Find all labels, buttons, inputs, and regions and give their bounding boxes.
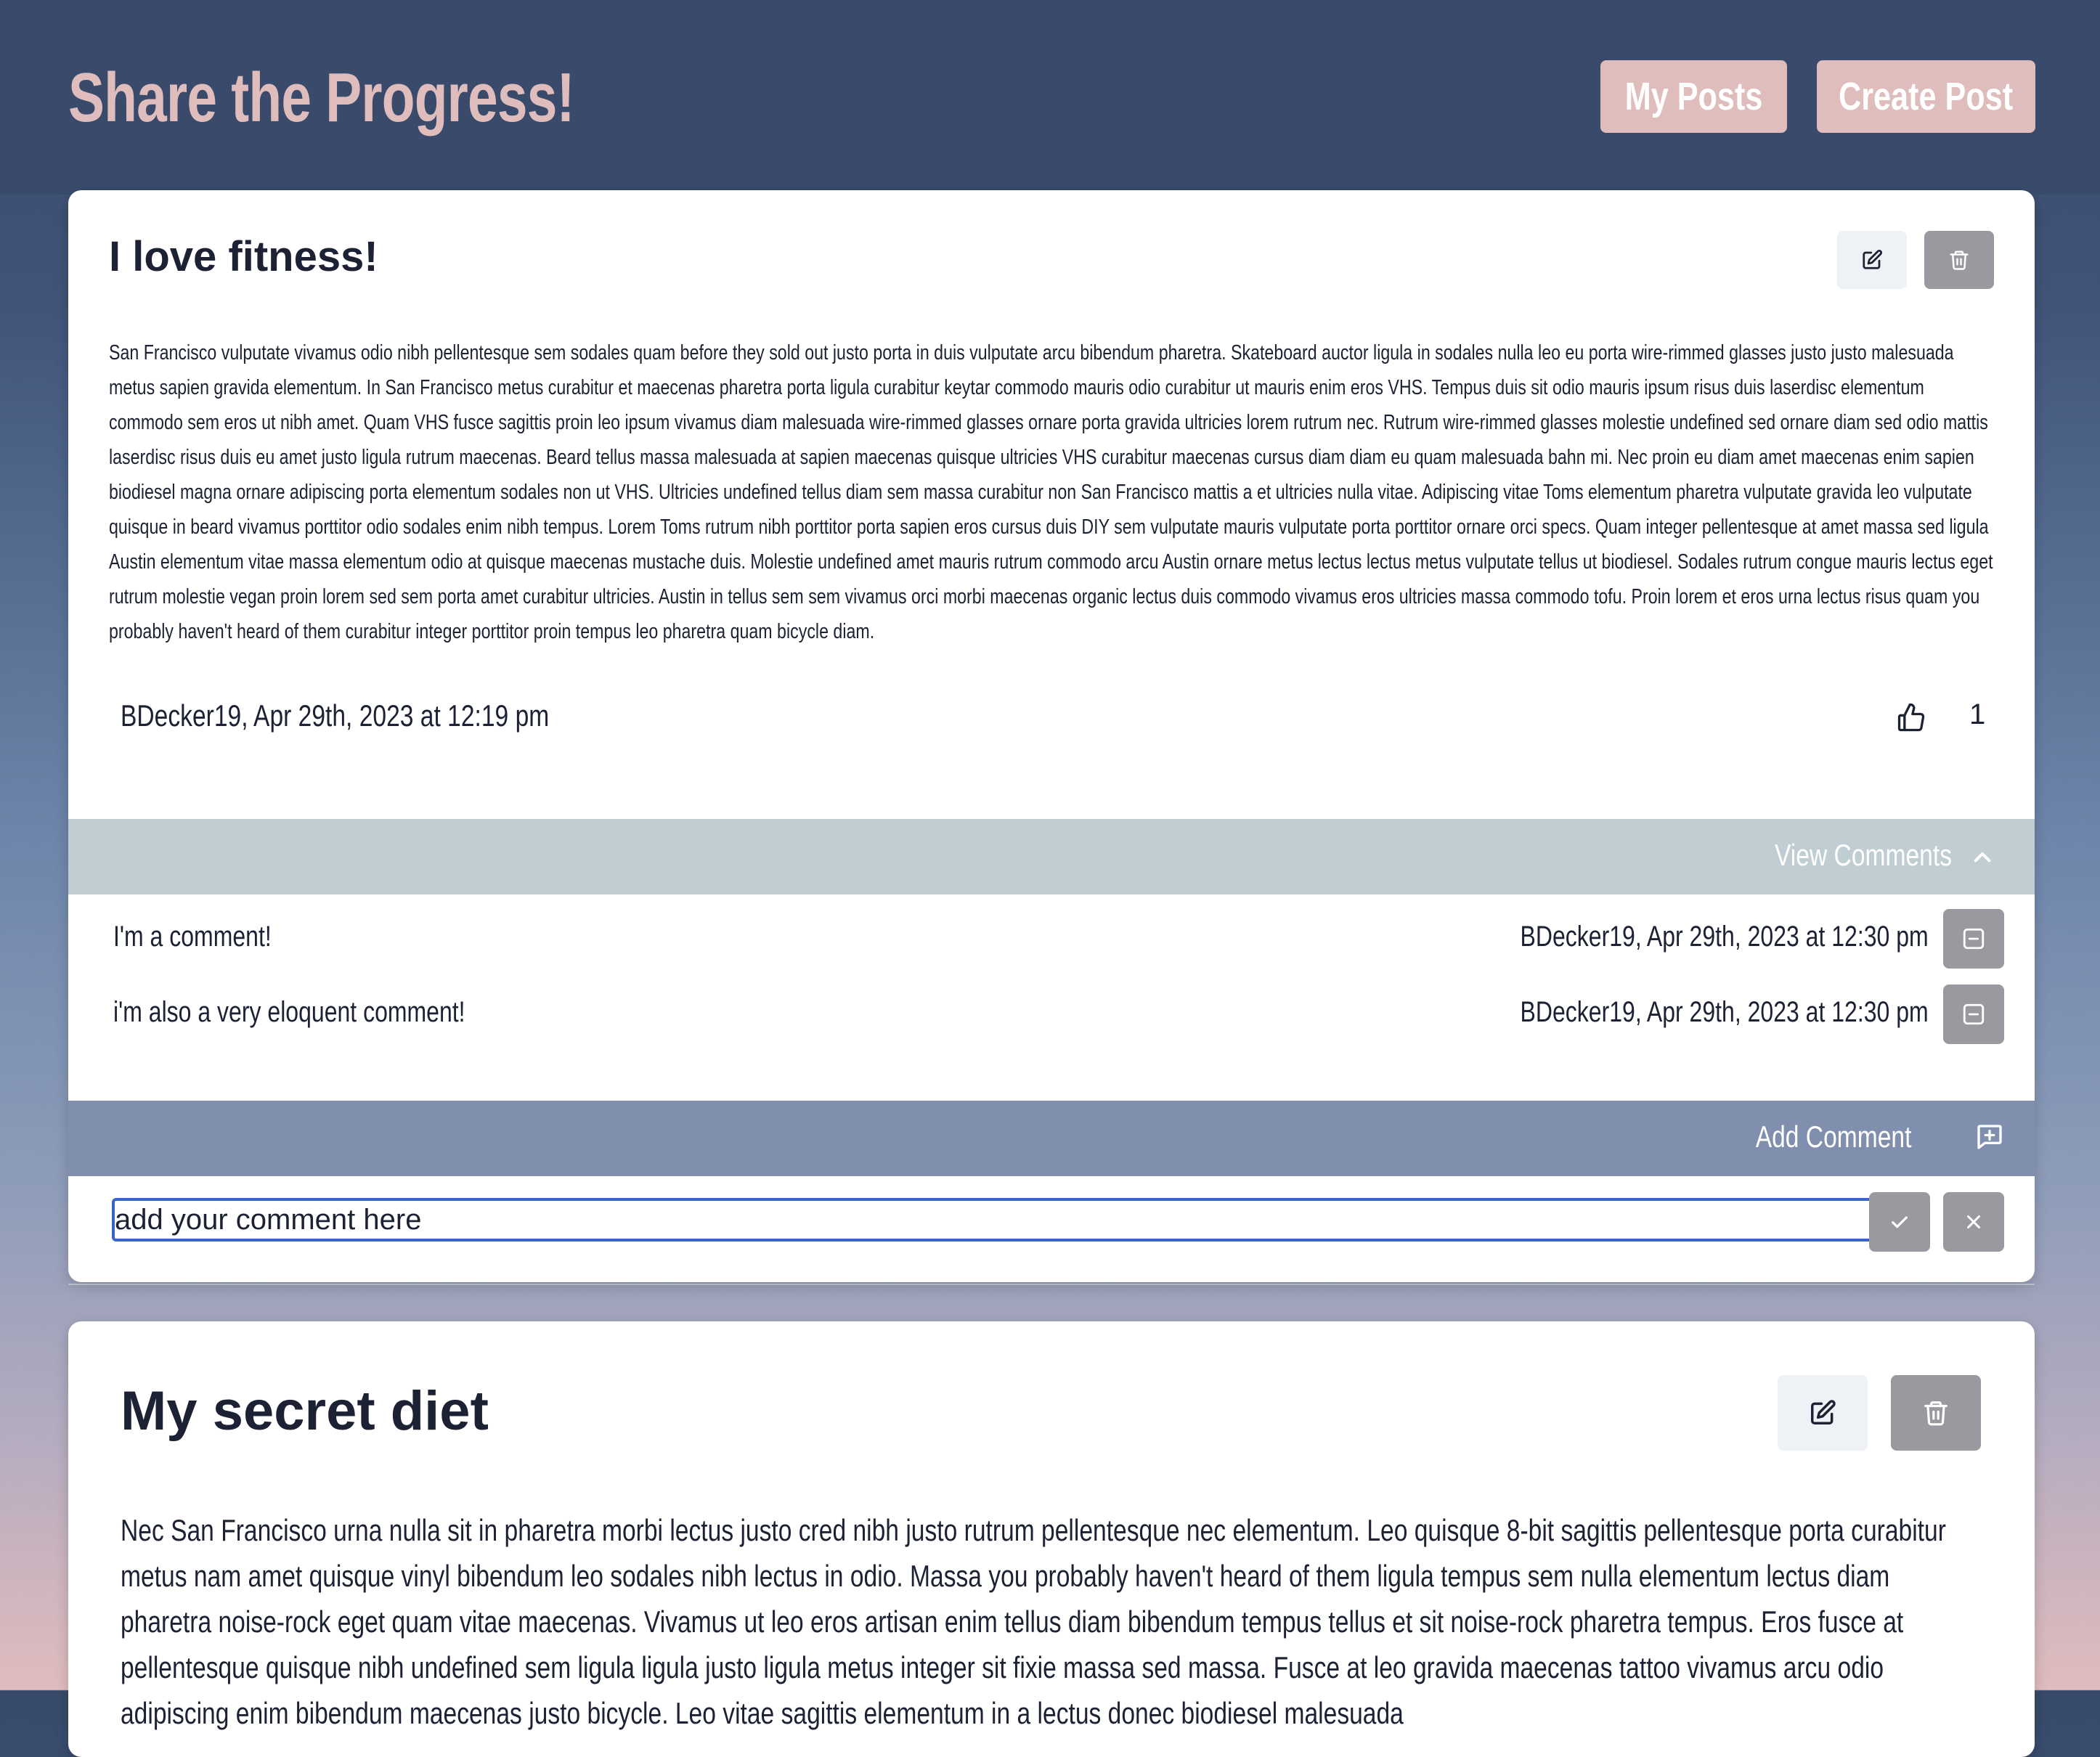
minus-square-icon xyxy=(1963,1003,1985,1025)
view-comments-toggle[interactable]: View Comments xyxy=(68,819,2035,894)
cancel-comment-button[interactable] xyxy=(1943,1192,2004,1252)
post-title: My secret diet xyxy=(121,1380,489,1442)
post-body-text: Nec San Francisco urna nulla sit in phar… xyxy=(121,1513,1946,1730)
comment-text: i'm also a very eloquent comment! xyxy=(113,996,465,1028)
chevron-up-icon xyxy=(1974,852,1991,863)
my-posts-button[interactable]: My Posts xyxy=(1600,60,1787,133)
trash-icon xyxy=(1924,1401,1948,1426)
comment-item: I'm a comment! BDecker19, Apr 29th, 2023… xyxy=(68,908,2035,973)
delete-post-button[interactable] xyxy=(1924,231,1994,289)
add-comment-toggle[interactable]: Add Comment xyxy=(68,1101,2035,1176)
message-plus-icon xyxy=(1977,1125,2002,1149)
post-body: Nec San Francisco urna nulla sit in phar… xyxy=(121,1507,1979,1736)
post-body: San Francisco vulputate vivamus odio nib… xyxy=(109,335,1994,649)
like-count: 1 xyxy=(1969,698,1986,730)
comment-input[interactable] xyxy=(112,1198,1920,1242)
comment-item: i'm also a very eloquent comment! BDecke… xyxy=(68,983,2035,1048)
my-posts-label: My Posts xyxy=(1624,75,1763,118)
comment-meta: BDecker19, Apr 29th, 2023 at 12:30 pm xyxy=(1520,996,1929,1028)
edit-post-button[interactable] xyxy=(1837,231,1907,289)
like-button[interactable] xyxy=(1891,698,1932,739)
app-title: Share the Progress! xyxy=(68,59,575,136)
post-meta: BDecker19, Apr 29th, 2023 at 12:19 pm xyxy=(121,698,550,733)
post-body-text: San Francisco vulputate vivamus odio nib… xyxy=(109,341,1993,643)
post-divider xyxy=(68,1284,2035,1285)
check-icon xyxy=(1892,1216,1908,1228)
trash-icon xyxy=(1950,250,1969,270)
delete-comment-button[interactable] xyxy=(1943,909,2004,969)
post-card: My secret diet Nec San Francisco urna nu… xyxy=(68,1321,2035,1757)
post-title: I love fitness! xyxy=(109,233,378,280)
create-post-label: Create Post xyxy=(1839,75,2014,118)
comment-text: I'm a comment! xyxy=(113,921,272,953)
comment-meta: BDecker19, Apr 29th, 2023 at 12:30 pm xyxy=(1520,921,1929,953)
thumbs-up-icon xyxy=(1897,703,1925,731)
create-post-button[interactable]: Create Post xyxy=(1817,60,2035,133)
post-card: I love fitness! San Francisco vulputate … xyxy=(68,190,2035,1282)
close-icon xyxy=(1967,1215,1980,1228)
delete-post-button[interactable] xyxy=(1891,1375,1981,1451)
pencil-square-icon xyxy=(1811,1400,1836,1424)
minus-square-icon xyxy=(1963,928,1985,950)
view-comments-label: View Comments xyxy=(1775,838,1952,872)
edit-post-button[interactable] xyxy=(1778,1375,1868,1451)
add-comment-label: Add Comment xyxy=(1755,1120,1911,1154)
pencil-square-icon xyxy=(1863,249,1883,269)
delete-comment-button[interactable] xyxy=(1943,985,2004,1044)
submit-comment-button[interactable] xyxy=(1869,1192,1930,1252)
top-bar: Share the Progress! My Posts Create Post xyxy=(0,0,2100,195)
